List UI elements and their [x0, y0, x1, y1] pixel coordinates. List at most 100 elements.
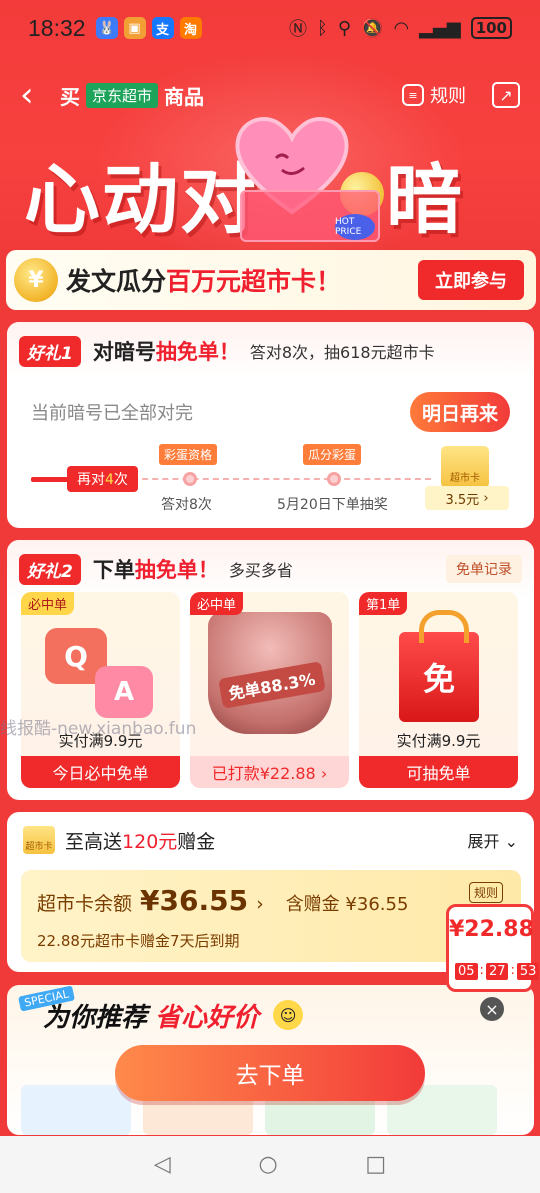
node1-label: 答对8次 — [161, 497, 212, 513]
reward-price-value: 3.5元 — [445, 492, 480, 508]
product-image[interactable] — [21, 1085, 131, 1135]
watermark: 线报酷-new.xianbao.fun — [0, 719, 197, 739]
chevron-right-icon: › — [256, 893, 264, 915]
gift-amount: 含赠金 ¥36.55 — [285, 894, 409, 915]
back-triangle-icon[interactable]: ◁ — [154, 1152, 171, 1177]
banner-text-highlight: 百万元超市卡 — [166, 268, 317, 296]
recents-square-icon[interactable]: □ — [365, 1152, 386, 1177]
place-order-button[interactable]: 去下单 — [115, 1045, 425, 1101]
floating-refund-badge[interactable]: ¥22.88 05: 27: 53 — [446, 904, 540, 992]
title-goods: 商品 — [164, 86, 205, 109]
smiley-icon: ☺ — [273, 1000, 304, 1030]
gift2-card: 好礼2 下单抽免单！ 多买多省 免单记录 QA 必中单 实付满9.9元 今日必中… — [7, 540, 534, 800]
progress-pill: 再对4次 — [67, 466, 138, 492]
back-arrow-icon[interactable]: ‹ — [20, 75, 52, 115]
free-order-record-button[interactable]: 免单记录 — [446, 555, 522, 583]
supermarket-title-suffix: 赠金 — [177, 830, 216, 853]
tile-first-order[interactable]: 免 第1单 实付满9.9元 可抽免单 — [359, 592, 518, 788]
gift2-title-prefix: 下单 — [92, 559, 135, 582]
expand-label: 展开 — [467, 832, 500, 851]
free-order-tiles: QA 必中单 实付满9.9元 今日必中免单 免单88.3% 必中单 已打款¥22… — [21, 592, 518, 788]
status-time: 18:32 — [28, 14, 86, 41]
hero-title-left: 心动对 — [24, 155, 258, 244]
progress-node-2 — [327, 472, 341, 486]
gift1-tag: 好礼1 — [19, 335, 81, 367]
countdown-timer: 05: 27: 53 — [455, 963, 540, 980]
reward-price: 3.5元 › — [425, 486, 509, 510]
signal-icon: ▂▄▆ — [419, 17, 461, 39]
status-indicators: Ⓝ ᛒ ⚲ 🔕 ◠ ▂▄▆ 100 — [289, 15, 512, 41]
fox-app-icon: 🐰 — [95, 17, 118, 39]
page-title: 买 京东超市 商品 — [60, 81, 204, 110]
gift2-tag: 好礼2 — [19, 553, 81, 585]
close-icon[interactable]: × — [480, 997, 504, 1021]
progress-fill — [31, 477, 71, 482]
shopping-bag-icon: 免 — [399, 610, 479, 722]
chevron-down-icon: ⌄ — [504, 832, 518, 851]
countdown-seconds: 53 — [516, 963, 540, 980]
gift1-header: 好礼1 对暗号抽免单！ 答对8次，抽618元超市卡 — [7, 322, 534, 380]
a-bubble: A — [95, 666, 153, 718]
coin-icon: ¥ — [14, 258, 58, 302]
progress-suffix: 次 — [113, 472, 128, 488]
gift1-status: 当前暗号已全部对完 — [31, 403, 193, 424]
recommend-title: 为你推荐 省心好价 — [43, 997, 259, 1034]
gift2-header: 好礼2 下单抽免单！ 多买多省 免单记录 — [7, 540, 534, 598]
gift1-subtitle: 答对8次，抽618元超市卡 — [249, 343, 435, 362]
countdown-minutes: 27 — [485, 963, 509, 980]
tile3-tag: 第1单 — [359, 592, 408, 615]
supermarket-card-reward[interactable]: 超市卡 3.5元 › — [425, 446, 509, 512]
nav-actions: ≡ 规则 ↗ — [402, 82, 520, 108]
balance-amount: ¥36.55 — [140, 884, 249, 917]
home-circle-icon[interactable]: ○ — [258, 1152, 277, 1177]
nfc-icon: Ⓝ — [289, 19, 308, 40]
node2-tag: 瓜分彩蛋 — [303, 444, 362, 465]
share-icon[interactable]: ↗ — [492, 82, 520, 108]
supermarket-title-amount: 120元 — [122, 830, 178, 853]
gift2-title-highlight: 抽免单 — [134, 559, 198, 582]
gift2-title-suffix: ！ — [197, 559, 219, 582]
promo-banner[interactable]: ¥ 发文瓜分百万元超市卡！ 立即参与 — [6, 250, 536, 310]
tile3-button[interactable]: 可抽免单 — [359, 756, 518, 788]
title-buy: 买 — [60, 86, 80, 109]
node2-label: 5月20日下单抽奖 — [277, 497, 388, 513]
expand-button[interactable]: 展开 ⌄ — [467, 828, 518, 852]
countdown-hours: 05 — [455, 963, 478, 980]
system-nav-bar: ◁ ○ □ — [0, 1136, 540, 1193]
reward-card-label: 超市卡 — [450, 473, 480, 484]
rules-button[interactable]: ≡ 规则 — [402, 82, 466, 108]
nav-bar: ‹ 买 京东超市 商品 ≡ 规则 ↗ — [0, 70, 540, 120]
balance-rules-button[interactable]: 规则 — [468, 882, 503, 903]
gift2-title: 下单抽免单！ — [93, 554, 219, 584]
hot-price-badge: HOT PRICE — [335, 214, 375, 240]
gift1-title-highlight: 抽免单 — [155, 341, 219, 364]
bluetooth-icon: ᛒ — [317, 17, 328, 39]
chevron-right-icon: › — [483, 490, 489, 506]
supermarket-title: 至高送120元赠金 — [65, 827, 215, 854]
tile2-tag: 必中单 — [190, 592, 244, 615]
tile-paid-product[interactable]: 免单88.3% 必中单 已打款¥22.88 › — [190, 592, 349, 788]
gift1-title-prefix: 对暗号 — [92, 341, 156, 364]
tile1-button[interactable]: 今日必中免单 — [21, 756, 180, 788]
gift2-subtitle: 多买多省 — [228, 561, 293, 580]
face-app-icon: ▣ — [123, 17, 146, 39]
jd-supermarket-tag: 京东超市 — [86, 82, 159, 108]
join-button[interactable]: 立即参与 — [418, 260, 524, 300]
gift1-status-row: 当前暗号已全部对完 明日再来 — [7, 380, 534, 444]
supermarket-card-icon: 超市卡 — [441, 446, 489, 488]
status-app-icons: 🐰 ▣ 支 淘 — [95, 17, 202, 39]
gift1-card: 好礼1 对暗号抽免单！ 答对8次，抽618元超市卡 当前暗号已全部对完 明日再来… — [7, 322, 534, 528]
progress-node-1 — [183, 472, 197, 486]
rules-label: 规则 — [430, 86, 466, 107]
banner-text-prefix: 发文瓜分 — [66, 268, 167, 296]
supermarket-title-prefix: 至高送 — [65, 830, 123, 853]
battery-icon: 100 — [470, 17, 512, 39]
balance-row: 超市卡余额 ¥36.55 › 含赠金 ¥36.55 — [37, 884, 408, 917]
banner-text: 发文瓜分百万元超市卡！ — [66, 262, 341, 298]
tile2-button[interactable]: 已打款¥22.88 › — [190, 756, 349, 788]
recommend-header: 为你推荐 省心好价 ☺ — [7, 985, 534, 1045]
supermarket-card-icon-small: 超市卡 — [23, 826, 55, 854]
come-back-tomorrow-button[interactable]: 明日再来 — [410, 392, 510, 432]
tile-guaranteed-today[interactable]: QA 必中单 实付满9.9元 今日必中免单 — [21, 592, 180, 788]
progress-prefix: 再对 — [77, 472, 105, 488]
